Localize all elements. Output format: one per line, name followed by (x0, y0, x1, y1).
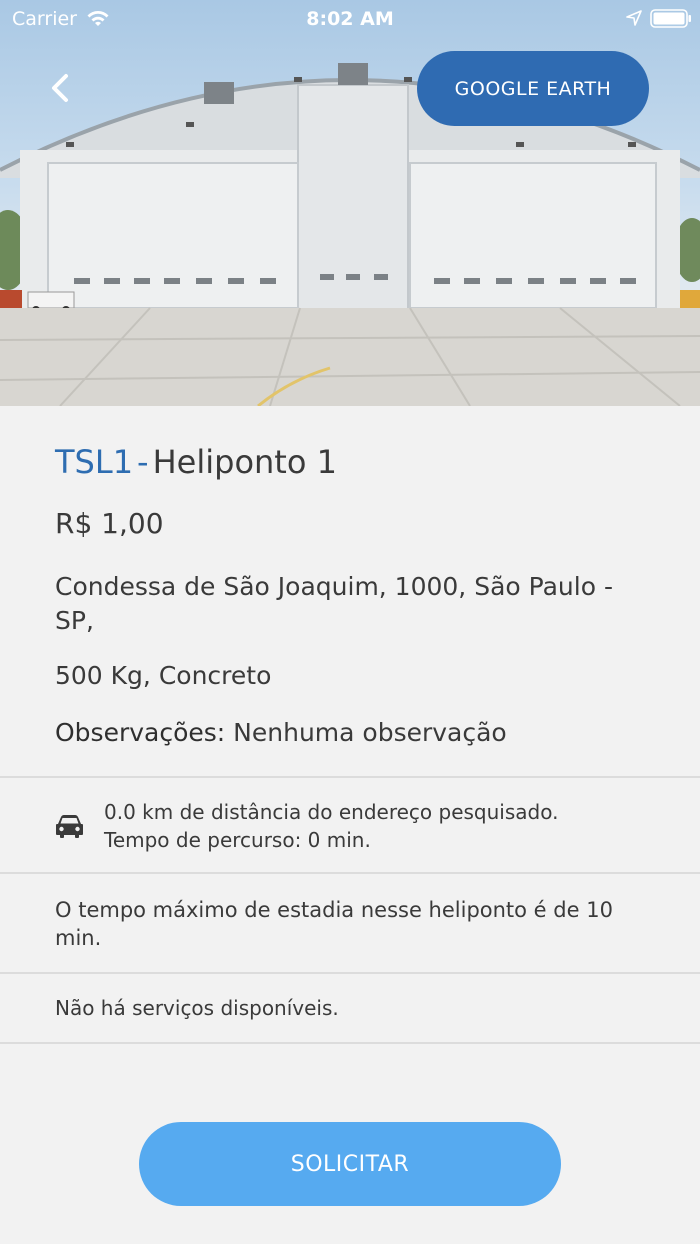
divider (0, 776, 700, 778)
divider (0, 872, 700, 874)
heliport-title: TSL1- Heliponto 1 (55, 443, 337, 481)
heliport-address: Condessa de São Joaquim, 1000, São Paulo… (55, 572, 613, 635)
heliport-price: R$ 1,00 (55, 507, 164, 540)
battery-icon (650, 9, 691, 28)
hero-image: Carrier 8:02 AM GOOGLE EARTH (0, 0, 700, 406)
observations-value: Nenhuma observação (233, 718, 507, 747)
observations: Observações: Nenhuma observação (55, 718, 507, 747)
back-chevron-icon (52, 74, 68, 102)
observations-label: Observações: (55, 718, 226, 747)
heliport-name: Heliponto 1 (152, 443, 337, 481)
clock-time: 8:02 AM (306, 8, 394, 30)
car-icon (56, 815, 83, 838)
title-separator: - (137, 443, 149, 481)
location-arrow-icon (626, 10, 642, 26)
request-button[interactable]: SOLICITAR (139, 1122, 561, 1206)
divider (0, 1042, 700, 1044)
distance-text: 0.0 km de distância do endereço pesquisa… (104, 800, 559, 824)
back-button[interactable] (40, 66, 80, 110)
max-stay-info: O tempo máximo de estadia nesse helipont… (55, 898, 613, 950)
heliport-specs: 500 Kg, Concreto (55, 661, 272, 690)
travel-time-text: Tempo de percurso: 0 min. (104, 828, 371, 852)
services-info: Não há serviços disponíveis. (55, 996, 339, 1020)
status-bar: Carrier 8:02 AM (0, 0, 700, 36)
distance-info: 0.0 km de distância do endereço pesquisa… (104, 798, 684, 854)
google-earth-button[interactable]: GOOGLE EARTH (417, 51, 649, 126)
divider (0, 972, 700, 974)
heliport-code: TSL1 (55, 443, 134, 481)
